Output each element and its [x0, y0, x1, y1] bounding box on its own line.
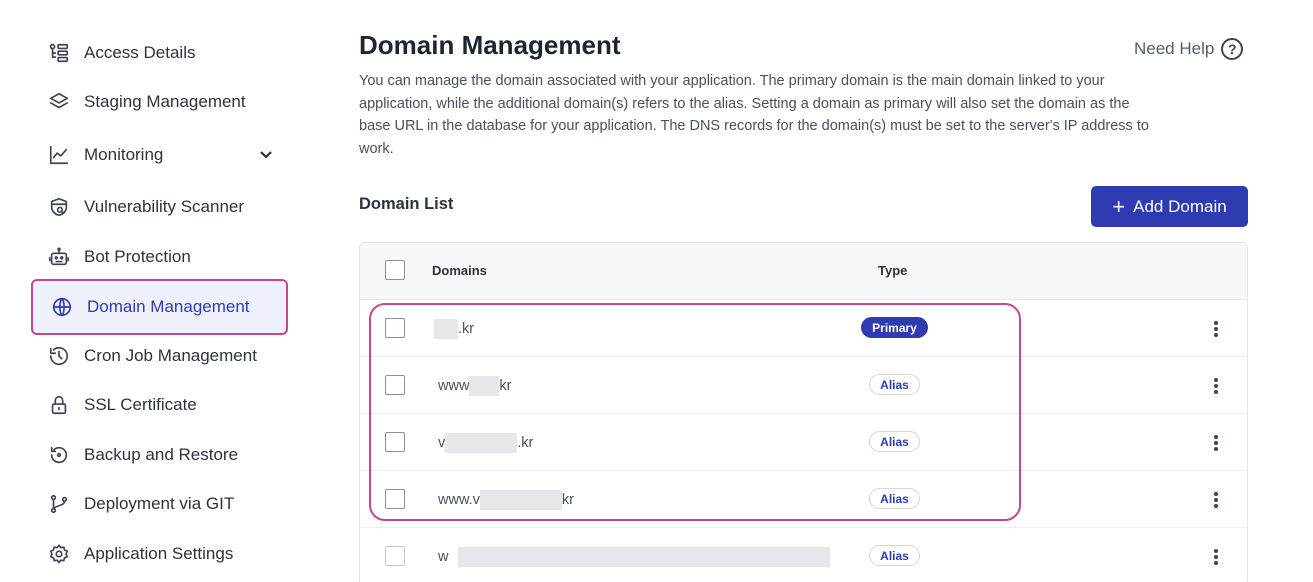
- domain-name: w: [438, 547, 831, 567]
- type-badge: Alias: [869, 545, 920, 566]
- sidebar-item-label: Vulnerability Scanner: [84, 197, 245, 216]
- sidebar-item-backup-and-restore[interactable]: Backup and Restore: [30, 432, 288, 478]
- need-help-link[interactable]: Need Help ?: [1134, 38, 1244, 60]
- sidebar-item-cron-job-management[interactable]: Cron Job Management: [30, 333, 288, 379]
- domain-name: www.v kr: [438, 490, 574, 510]
- sidebar-item-label: SSL Certificate: [84, 395, 197, 414]
- redacted-text: [469, 376, 500, 396]
- sidebar-item-application-settings[interactable]: Application Settings: [30, 531, 288, 577]
- www-globe-icon: [49, 294, 75, 320]
- page-description: You can manage the domain associated wit…: [359, 73, 1149, 157]
- more-options-icon[interactable]: [1206, 490, 1226, 510]
- sidebar-item-vulnerability-scanner[interactable]: Vulnerability Scanner: [30, 184, 288, 230]
- more-options-icon[interactable]: [1206, 433, 1226, 453]
- sidebar-item-label: Bot Protection: [84, 247, 191, 266]
- type-badge: Alias: [869, 488, 920, 509]
- git-branch-icon: [46, 491, 72, 517]
- sidebar-item-domain-management[interactable]: Domain Management: [31, 279, 288, 335]
- sidebar-item-monitoring[interactable]: Monitoring: [30, 132, 288, 178]
- domain-name: .kr: [434, 319, 474, 339]
- sidebar-item-label: Domain Management: [87, 297, 250, 316]
- type-badge: Alias: [869, 431, 920, 452]
- lock-icon: [46, 392, 72, 418]
- plus-icon: +: [1112, 193, 1126, 219]
- add-domain-button[interactable]: + Add Domain: [1091, 186, 1248, 227]
- line-chart-icon: [46, 142, 72, 168]
- access-details-icon: [46, 40, 72, 66]
- sidebar-item-label: Access Details: [84, 43, 196, 62]
- row-checkbox[interactable]: [385, 489, 405, 509]
- gear-icon: [46, 541, 72, 567]
- sidebar-item-label: Deployment via GIT: [84, 494, 235, 513]
- table-row: w Alias: [360, 528, 1247, 582]
- row-checkbox[interactable]: [385, 432, 405, 452]
- backup-restore-icon: [46, 442, 72, 468]
- select-all-checkbox[interactable]: [385, 260, 405, 280]
- table-header: Domains Type: [360, 243, 1247, 300]
- more-options-icon[interactable]: [1206, 547, 1226, 567]
- domain-name: v .kr: [438, 433, 533, 453]
- sidebar-item-bot-protection[interactable]: Bot Protection: [30, 234, 288, 280]
- redacted-text: [458, 547, 831, 567]
- chevron-down-icon[interactable]: [258, 146, 274, 162]
- sidebar-item-deployment-via-git[interactable]: Deployment via GIT: [30, 481, 288, 527]
- redacted-text: [445, 433, 518, 453]
- column-header-domains: Domains: [432, 263, 487, 278]
- sidebar-item-ssl-certificate[interactable]: SSL Certificate: [30, 382, 288, 428]
- table-row: v .kr Alias: [360, 414, 1247, 471]
- sidebar-item-staging-management[interactable]: Staging Management: [30, 79, 288, 125]
- domain-table: Domains Type .kr Primary www kr Alias v .k…: [359, 242, 1248, 582]
- need-help-label: Need Help: [1134, 39, 1215, 58]
- layers-icon: [46, 89, 72, 115]
- type-badge: Primary: [861, 317, 928, 338]
- table-row: .kr Primary: [360, 300, 1247, 357]
- add-domain-label: Add Domain: [1133, 196, 1227, 216]
- table-row: www.v kr Alias: [360, 471, 1247, 528]
- sidebar-item-label: Backup and Restore: [84, 445, 239, 464]
- sidebar-item-label: Monitoring: [84, 145, 164, 164]
- help-circle-icon: ?: [1221, 38, 1244, 60]
- redacted-text: [434, 319, 458, 339]
- column-header-type: Type: [878, 263, 908, 278]
- page-title: Domain Management: [359, 30, 621, 60]
- redacted-text: [479, 490, 562, 510]
- more-options-icon[interactable]: [1206, 376, 1226, 396]
- sidebar-item-label: Staging Management: [84, 92, 246, 111]
- sidebar: Access Details Staging Management Monito…: [0, 0, 300, 582]
- sidebar-item-label: Cron Job Management: [84, 346, 257, 365]
- row-checkbox[interactable]: [385, 318, 405, 338]
- table-row: www kr Alias: [360, 357, 1247, 414]
- type-badge: Alias: [869, 374, 920, 395]
- row-checkbox[interactable]: [385, 546, 405, 566]
- sidebar-item-access-details[interactable]: Access Details: [30, 30, 288, 76]
- domain-name: www kr: [438, 376, 512, 396]
- robot-icon: [46, 244, 72, 270]
- more-options-icon[interactable]: [1206, 319, 1226, 339]
- domain-list-title: Domain List: [359, 195, 454, 213]
- shield-scan-icon: [46, 194, 72, 220]
- history-icon: [46, 343, 72, 369]
- sidebar-item-label: Application Settings: [84, 544, 234, 563]
- row-checkbox[interactable]: [385, 375, 405, 395]
